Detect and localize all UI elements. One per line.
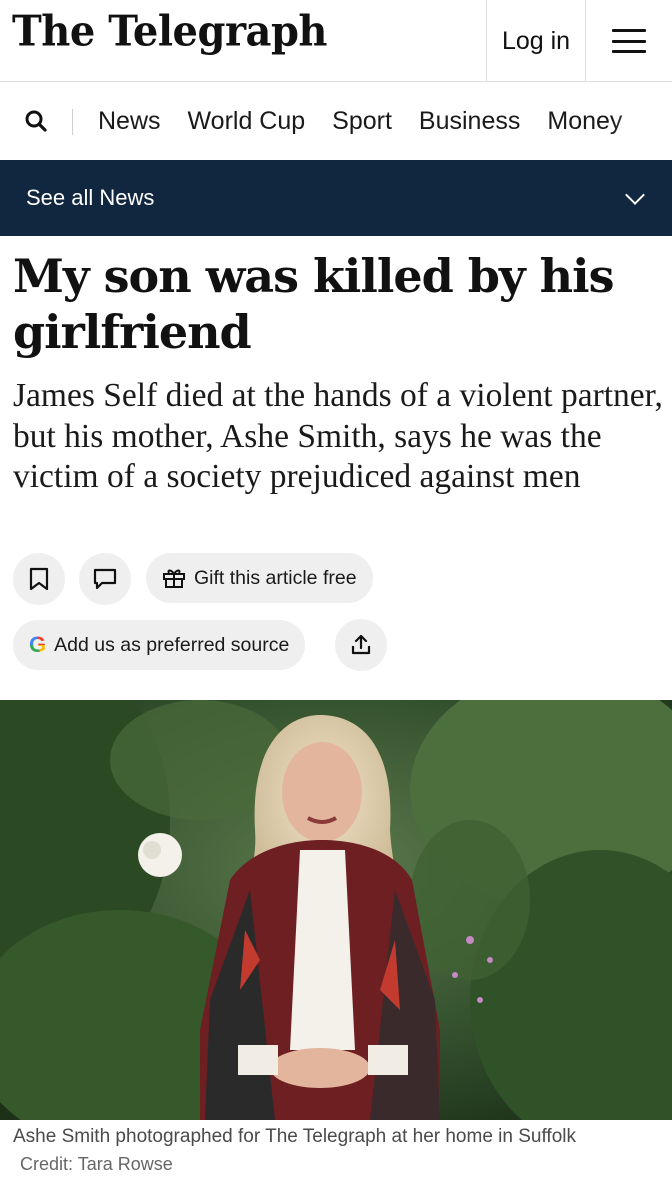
see-all-news-label: See all News (26, 185, 155, 210)
gift-icon (162, 567, 186, 589)
nav-item-business[interactable]: Business (419, 107, 520, 136)
article-image (0, 700, 672, 1120)
menu-icon (612, 29, 646, 53)
article-headline: My son was killed by his girlfriend (13, 249, 614, 359)
image-credit: Credit: Tara Rowse (20, 1154, 173, 1174)
google-icon: G (29, 632, 47, 657)
image-caption: Ashe Smith photographed for The Telegrap… (13, 1126, 576, 1147)
site-header: The Telegraph Log in (0, 0, 672, 82)
nav-item-news[interactable]: News (98, 107, 161, 136)
preferred-source-label: Add us as preferred source (54, 633, 290, 656)
comment-icon (93, 568, 117, 590)
gift-article-label: Gift this article free (194, 566, 357, 589)
article-standfirst: James Self died at the hands of a violen… (13, 377, 663, 495)
menu-button[interactable] (586, 0, 672, 82)
login-button[interactable]: Log in (486, 0, 586, 82)
nav-item-sport[interactable]: Sport (332, 107, 392, 136)
preferred-source-button[interactable]: G Add us as preferred source (13, 620, 306, 670)
nav-item-world-cup[interactable]: World Cup (188, 107, 306, 136)
comments-button[interactable] (79, 553, 131, 605)
gift-article-button[interactable]: Gift this article free (146, 553, 373, 603)
section-nav: News World Cup Sport Business Money (0, 82, 672, 160)
nav-divider (72, 109, 73, 135)
site-logo[interactable]: The Telegraph (12, 7, 328, 56)
share-icon (351, 634, 371, 655)
chevron-down-icon (625, 185, 645, 205)
search-icon (25, 110, 47, 132)
bookmark-icon (29, 567, 49, 591)
share-button[interactable] (335, 619, 387, 671)
see-all-news-bar[interactable]: See all News (0, 160, 672, 236)
search-button[interactable] (0, 82, 72, 160)
nav-fade (612, 82, 672, 160)
save-article-button[interactable] (13, 553, 65, 605)
